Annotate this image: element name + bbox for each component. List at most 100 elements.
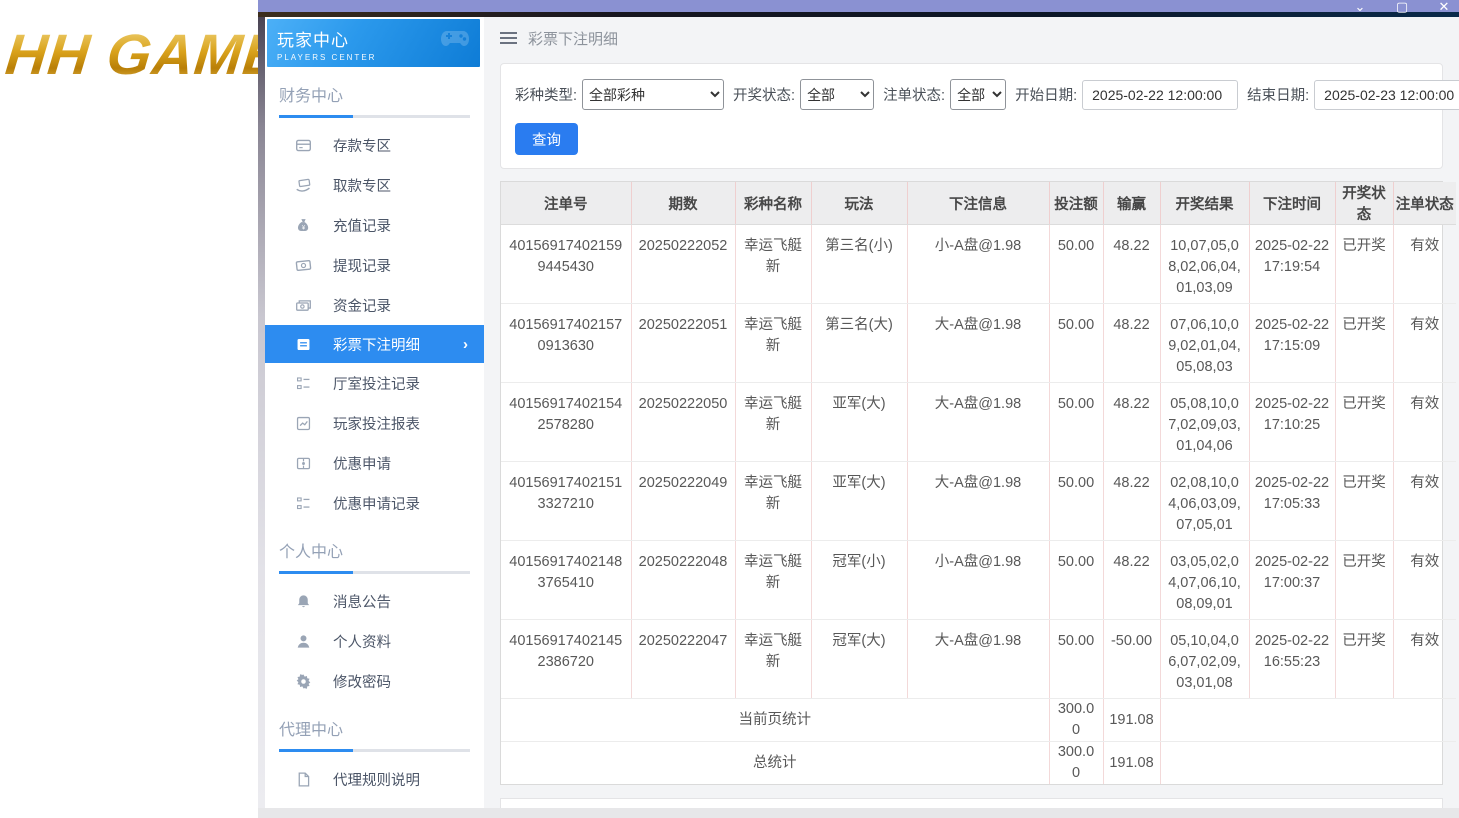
- sidebar-item-agent-rules[interactable]: 代理规则说明: [265, 759, 484, 799]
- query-button[interactable]: 查询: [515, 123, 578, 155]
- table-cell: 2025-02-22 17:10:25: [1249, 382, 1336, 463]
- summary-label: 当前页统计: [501, 698, 1050, 743]
- table-cell: 2025-02-22 17:00:37: [1249, 540, 1336, 621]
- sidebar-section-title: 代理中心: [279, 722, 344, 739]
- maximize-icon[interactable]: ▢: [1395, 0, 1409, 14]
- end-date-label: 结束日期:: [1247, 88, 1310, 104]
- sidebar-item-agent-team-stats[interactable]: 代理团队统计: [265, 799, 484, 808]
- page-title: 彩票下注明细: [528, 30, 619, 48]
- table-cell: 401569174021542578280: [501, 382, 632, 463]
- sidebar-item-label: 消息公告: [333, 594, 391, 611]
- list-icon: [295, 375, 312, 392]
- close-icon[interactable]: ✕: [1437, 0, 1451, 14]
- table-cell: 有效: [1393, 540, 1456, 621]
- sidebar-nav: 财务中心存款专区取款专区 ¥ 充值记录 提现记录 资金记录 彩票下注明细 › 厅室投注记录玩家…: [265, 67, 484, 808]
- table-cell: 2025-02-22 16:55:23: [1249, 619, 1336, 700]
- table-cell: 有效: [1393, 224, 1456, 305]
- table-cell: 幸运飞艇新: [735, 619, 812, 700]
- table-cell: 20250222051: [631, 303, 736, 384]
- table-cell: 401569174021599445430: [501, 224, 632, 305]
- order-status-select[interactable]: 全部: [950, 79, 1007, 110]
- table-header-cell: 玩法: [811, 182, 908, 225]
- sidebar-item-hall-bet-records[interactable]: 厅室投注记录: [265, 363, 484, 403]
- sidebar-item-promo-apply-records[interactable]: 优惠申请记录: [265, 483, 484, 523]
- table-cell: 大-A盘@1.98: [907, 382, 1050, 463]
- book-icon: [295, 336, 312, 353]
- sidebar-item-player-bet-report[interactable]: 玩家投注报表: [265, 403, 484, 443]
- summary-row: 当前页统计 300.00 191.08: [501, 698, 1456, 743]
- table-body: 401569174021599445430 20250222052 幸运飞艇新 第三名…: [501, 224, 1456, 700]
- table-cell: 401569174021452386720: [501, 619, 632, 700]
- list-icon: [295, 495, 312, 512]
- table-cell: 50.00: [1049, 540, 1104, 621]
- sidebar-item-label: 彩票下注明细: [333, 337, 420, 354]
- summary-label: 总统计: [501, 741, 1050, 785]
- table-cell: 冠军(小): [811, 540, 908, 621]
- table-cell: 幸运飞艇新: [735, 382, 812, 463]
- sidebar-item-withdrawal-records[interactable]: 提现记录: [265, 245, 484, 285]
- sidebar-item-label: 厅室投注记录: [333, 376, 420, 393]
- bets-table: 注单号 期数 彩种名称 玩法 下注信息 投注额 输赢 开奖结果 下注时间 开奖状态 注单状态 401…: [501, 182, 1456, 785]
- sidebar-item-label: 修改密码: [333, 674, 391, 691]
- draw-status-label: 开奖状态:: [733, 88, 796, 104]
- table-cell: 幸运飞艇新: [735, 540, 812, 621]
- main-area: 彩票下注明细 彩种类型: 全部彩种 开奖状态: 全部 注单状态: 全部 开始日期…: [484, 17, 1459, 818]
- table-cell: 50.00: [1049, 619, 1104, 700]
- table-cell: 小-A盘@1.98: [907, 540, 1050, 621]
- table-cell: -50.00: [1103, 619, 1161, 700]
- deposit-card-icon: [295, 137, 312, 154]
- table-cell: 冠军(大): [811, 619, 908, 700]
- sidebar-item-profile[interactable]: 个人资料: [265, 621, 484, 661]
- sidebar-item-change-password[interactable]: 修改密码: [265, 661, 484, 701]
- sidebar-item-promo-apply[interactable]: 优惠申请: [265, 443, 484, 483]
- sidebar-item-lottery-bet-details[interactable]: 彩票下注明细 ›: [265, 325, 484, 363]
- start-date-input[interactable]: [1082, 79, 1239, 110]
- content-topbar: 彩票下注明细: [484, 17, 1459, 59]
- sidebar-item-label: 存款专区: [333, 138, 391, 155]
- lottery-type-select[interactable]: 全部彩种: [582, 79, 725, 110]
- draw-status-select[interactable]: 全部: [800, 79, 875, 110]
- table-cell: 大-A盘@1.98: [907, 303, 1050, 384]
- banknotes-icon: [295, 297, 312, 314]
- table-cell: 50.00: [1049, 382, 1104, 463]
- table-cell: 小-A盘@1.98: [907, 224, 1050, 305]
- table-header-cell: 投注额: [1049, 182, 1104, 225]
- table-header-cell: 开奖结果: [1160, 182, 1250, 225]
- sidebar-item-recharge-records[interactable]: ¥ 充值记录: [265, 205, 484, 245]
- sidebar-item-announcements[interactable]: 消息公告: [265, 581, 484, 621]
- person-icon: [295, 633, 312, 650]
- table-cell: 已开奖: [1335, 224, 1394, 305]
- sidebar-item-funds-records[interactable]: 资金记录: [265, 285, 484, 325]
- table-cell: 已开奖: [1335, 461, 1394, 542]
- table-cell: 第三名(小): [811, 224, 908, 305]
- summary-empty: [1160, 742, 1456, 785]
- table-cell: 已开奖: [1335, 382, 1394, 463]
- sidebar-item-withdraw-zone[interactable]: 取款专区: [265, 165, 484, 205]
- ticket-icon: [295, 455, 312, 472]
- hamburger-icon[interactable]: [500, 32, 517, 44]
- table-header-cell: 输赢: [1103, 182, 1161, 225]
- summary-winloss-total: 191.08: [1103, 698, 1161, 743]
- table-cell: 401569174021570913630: [501, 303, 632, 384]
- table-cell: 05,10,04,06,07,02,09,03,01,08: [1160, 619, 1250, 700]
- sidebar-item-deposit-zone[interactable]: 存款专区: [265, 125, 484, 165]
- sidebar-section-title: 财务中心: [279, 88, 344, 105]
- sidebar-section-title: 个人中心: [279, 544, 344, 561]
- gamepad-icon: [440, 25, 470, 56]
- table-cell: 幸运飞艇新: [735, 461, 812, 542]
- chevron-down-icon[interactable]: ⌄: [1353, 0, 1367, 14]
- chart-icon: [295, 415, 312, 432]
- doc-icon: [295, 771, 312, 788]
- table-header-cell: 注单状态: [1393, 182, 1456, 225]
- table-cell: 已开奖: [1335, 540, 1394, 621]
- table-header-cell: 期数: [631, 182, 736, 225]
- table-cell: 2025-02-22 17:15:09: [1249, 303, 1336, 384]
- summary-bet-total: 300.00: [1049, 741, 1104, 785]
- table-row: 401569174021513327210 20250222049 幸运飞艇新 亚军(…: [501, 461, 1456, 542]
- start-date-label: 开始日期:: [1015, 88, 1078, 104]
- end-date-input[interactable]: [1314, 79, 1459, 110]
- table-cell: 20250222052: [631, 224, 736, 305]
- table-row: 401569174021570913630 20250222051 幸运飞艇新 第三名…: [501, 303, 1456, 384]
- window-left-border: [258, 17, 265, 808]
- sidebar-item-label: 充值记录: [333, 218, 391, 235]
